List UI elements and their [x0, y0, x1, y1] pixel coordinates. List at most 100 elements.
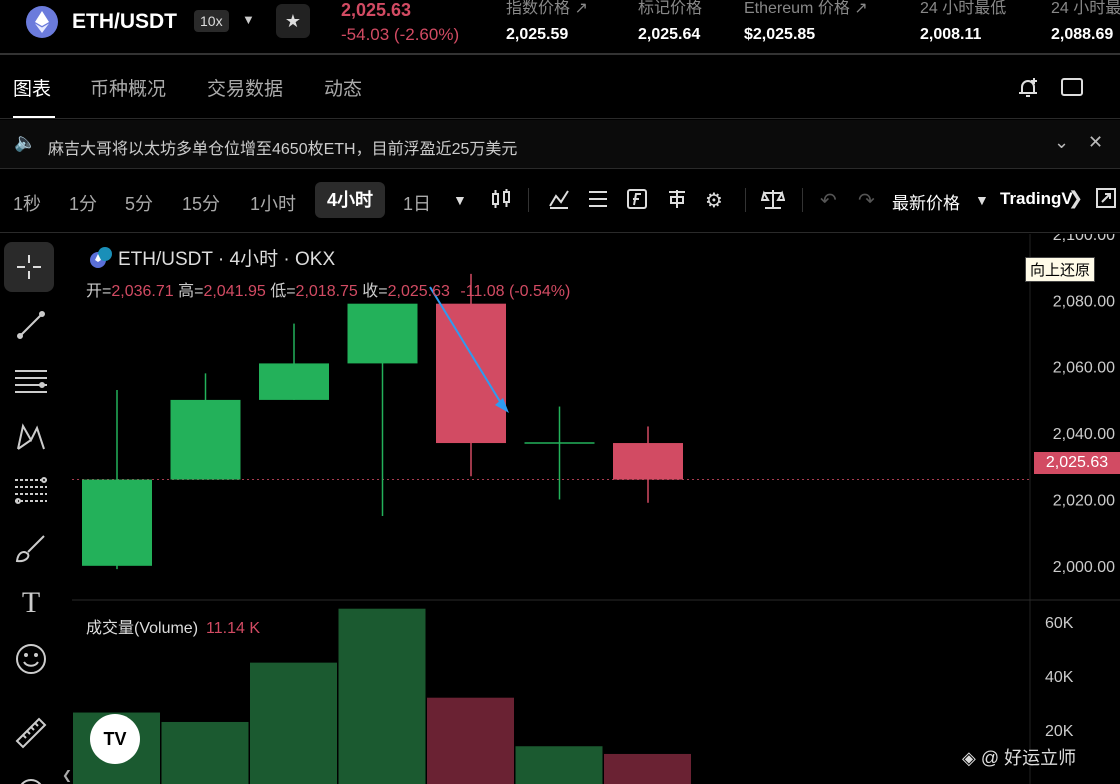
separator [745, 188, 746, 212]
last-price-tag: 2,025.63 [1034, 452, 1120, 474]
interval-1m[interactable]: 1分 [69, 190, 97, 216]
stat-value: 2,025.64 [638, 26, 701, 43]
volume-bar [161, 721, 249, 784]
collapse-icon[interactable]: ❮ [62, 768, 72, 782]
horizontal-lines-icon[interactable] [10, 360, 52, 402]
divider [0, 168, 1120, 169]
fullscreen-icon[interactable] [1096, 188, 1116, 214]
stat-value: 2,025.59 [506, 26, 569, 43]
tab-news[interactable]: 动态 [324, 74, 362, 101]
close-value: 2,025.63 [387, 283, 450, 300]
volume-bar [515, 746, 603, 784]
chevron-right-icon[interactable]: ❯ [1068, 188, 1083, 209]
stat-label: 标记价格 [638, 0, 703, 17]
list-icon[interactable] [587, 188, 609, 216]
window-icon[interactable] [1060, 76, 1084, 104]
redo-icon[interactable]: ↷ [858, 188, 875, 213]
volume-bar [338, 608, 426, 784]
stat-label: 24 小时最 [1051, 0, 1120, 17]
volume-tick-label: 40K [1045, 669, 1074, 686]
announcement-bar: 🔈 麻吉大哥将以太坊多单仓位增至4650枚ETH，目前浮盈近25万美元 ⌄ ✕ [0, 120, 1120, 168]
trend-line-icon[interactable] [10, 304, 52, 346]
stat-value: 2,008.11 [920, 26, 982, 43]
text-tool-icon[interactable]: T [10, 582, 52, 624]
gear-icon[interactable]: ⚙ [705, 188, 723, 213]
tab-trading-data[interactable]: 交易数据 [207, 74, 283, 101]
pair-name[interactable]: ETH/USDT [72, 10, 177, 34]
volume-bar [250, 662, 337, 784]
separator [528, 188, 529, 212]
tab-chart[interactable]: 图表 [13, 74, 51, 101]
fib-icon[interactable] [10, 470, 52, 512]
candle-body [82, 479, 152, 566]
balance-icon[interactable] [760, 188, 786, 216]
interval-1d[interactable]: 1日 [403, 190, 431, 216]
stat-index-price: 指数价格 ↗ 2,025.59 [506, 0, 588, 44]
emoji-icon[interactable] [10, 638, 52, 680]
tab-overview[interactable]: 币种概况 [90, 74, 166, 101]
price-tick-label: 2,000.00 [1053, 559, 1115, 576]
formula-icon[interactable] [626, 188, 648, 216]
price-tick-label: 2,100.00 [1053, 234, 1115, 244]
stat-mark-price: 标记价格 2,025.64 [638, 0, 702, 44]
chart-toolbar: 1秒 1分 5分 15分 1小时 4小时 1日 ▼ ⚙ ↶ ↷ 最新价格 ▼ T… [0, 170, 1120, 230]
price-tick-label: 2,020.00 [1053, 492, 1115, 509]
indicators-icon[interactable] [548, 188, 570, 216]
alert-add-icon[interactable] [1016, 76, 1040, 106]
ruler-icon[interactable] [10, 712, 52, 754]
price-source-select[interactable]: 最新价格 [892, 189, 960, 214]
separator [802, 188, 803, 212]
legend-title: ETH/USDT · 4小时 · OKX [118, 249, 336, 270]
stat-label[interactable]: 指数价格 ↗ [506, 0, 588, 18]
price-chart[interactable]: 2,000.00 2,020.00 2,040.00 2,060.00 2,080.00… [72, 234, 1120, 784]
stat-24h-low: 24 小时最低 2,008.11 [920, 0, 1006, 44]
undo-icon[interactable]: ↶ [820, 188, 837, 213]
ohlc-legend: 开=2,036.71 高=2,041.95 低=2,018.75 收=2,025… [86, 277, 570, 301]
low-label: 低= [270, 283, 296, 300]
watermark: ◈ @ 好运立师 [962, 748, 1077, 768]
stat-label[interactable]: Ethereum 价格 ↗ [744, 0, 868, 18]
candle-body [436, 303, 506, 444]
pattern-icon[interactable] [10, 416, 52, 458]
chevron-down-icon[interactable]: ▼ [453, 192, 467, 208]
eth-logo-icon [26, 6, 58, 38]
candle-type-icon[interactable] [490, 188, 512, 216]
magnet-icon[interactable] [10, 766, 52, 784]
chevron-down-icon[interactable]: ▼ [242, 12, 255, 27]
brush-icon[interactable] [10, 528, 52, 570]
interval-1h[interactable]: 1小时 [250, 190, 296, 216]
last-price: 2,025.63 [341, 0, 412, 20]
chevron-down-icon[interactable]: ▼ [975, 192, 989, 208]
candle-body [613, 443, 683, 480]
tradingview-toggle[interactable]: TradingV [1000, 189, 1073, 209]
volume-tick-label: 20K [1045, 723, 1074, 740]
price-tick-label: 2,080.00 [1053, 293, 1115, 310]
star-icon[interactable]: ★ [276, 4, 310, 38]
price-tick-label: 2,060.00 [1053, 360, 1115, 377]
candle-body [259, 363, 329, 400]
volume-label: 成交量(Volume) [86, 620, 199, 637]
high-value: 2,041.95 [203, 283, 266, 300]
close-label: 收= [362, 283, 388, 300]
announcement-text[interactable]: 麻吉大哥将以太坊多单仓位增至4650枚ETH，目前浮盈近25万美元 [48, 135, 517, 159]
chart-canvas[interactable]: 2,000.00 2,020.00 2,040.00 2,060.00 2,080.00… [72, 234, 1120, 784]
change-value: -11.08 (-0.54%) [460, 283, 571, 300]
divider [0, 118, 1120, 119]
interval-15m[interactable]: 15分 [182, 190, 220, 216]
candle-body [347, 303, 418, 364]
candle-body [170, 399, 241, 480]
interval-4h[interactable]: 4小时 [315, 182, 386, 218]
replay-icon[interactable] [666, 188, 688, 216]
crosshair-icon[interactable] [4, 242, 54, 292]
volume-legend: 成交量(Volume) 11.14 K [86, 614, 260, 638]
price-change: -54.03 (-2.60%) [341, 25, 460, 44]
open-label: 开= [86, 283, 112, 300]
chevron-down-icon[interactable]: ⌄ [1054, 132, 1069, 153]
interval-1s[interactable]: 1秒 [13, 190, 41, 216]
interval-5m[interactable]: 5分 [125, 190, 153, 216]
leverage-badge: 10x [194, 10, 229, 32]
low-value: 2,018.75 [295, 283, 358, 300]
close-icon[interactable]: ✕ [1088, 132, 1103, 153]
price-tick-label: 2,040.00 [1053, 426, 1115, 443]
ticker-header: ETH/USDT 10x ▼ ★ 2,025.63 -54.03 (-2.60%… [0, 0, 1120, 52]
